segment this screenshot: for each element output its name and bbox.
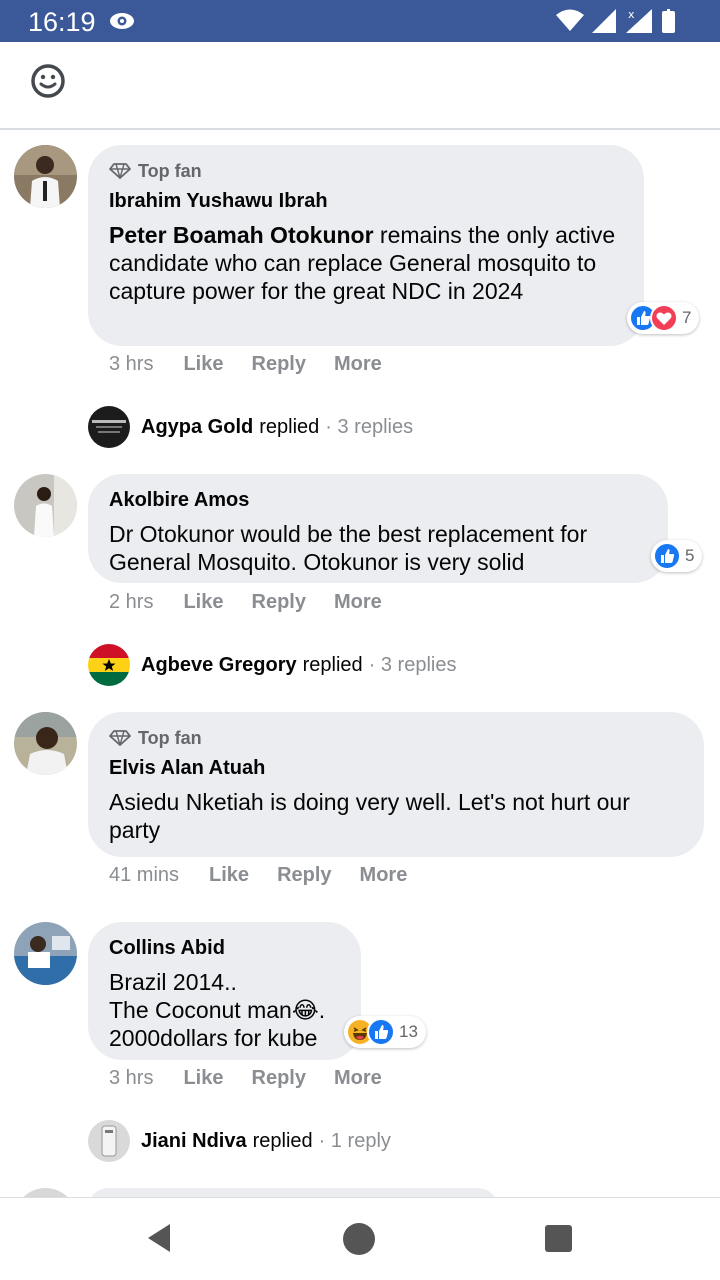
home-icon[interactable] bbox=[343, 1223, 375, 1255]
view-replies-link[interactable]: Agypa Gold replied · 3 replies bbox=[88, 406, 413, 448]
reaction-count: 7 bbox=[682, 308, 692, 327]
avatar[interactable] bbox=[14, 712, 77, 775]
like-button[interactable]: Like bbox=[183, 591, 223, 614]
svg-text:x: x bbox=[628, 8, 635, 21]
comment-actions: 41 mins Like Reply More bbox=[109, 862, 435, 888]
like-button[interactable]: Like bbox=[183, 1067, 223, 1090]
reply-count: · 3 replies bbox=[368, 653, 457, 676]
top-fan-badge: Top fan bbox=[109, 159, 624, 183]
more-button[interactable]: More bbox=[334, 1067, 382, 1090]
comment-text-line: Brazil 2014.. bbox=[109, 969, 237, 995]
reply-button[interactable]: Reply bbox=[252, 591, 306, 614]
comment-text-line: 2000dollars for kube bbox=[109, 1025, 318, 1051]
eye-icon bbox=[110, 13, 134, 29]
reply-verb: replied bbox=[252, 1129, 313, 1152]
reaction-count: 5 bbox=[685, 546, 695, 565]
avatar[interactable] bbox=[14, 145, 77, 208]
reply-verb: replied bbox=[302, 653, 363, 676]
view-replies-link[interactable]: Agbeve Gregory replied · 3 replies bbox=[88, 644, 456, 686]
comment-actions: 3 hrs Like Reply More bbox=[109, 351, 410, 377]
comment-time: 3 hrs bbox=[109, 1066, 154, 1089]
comment-text: Peter Boamah Otokunor remains the only a… bbox=[109, 221, 624, 305]
comment-text: Asiedu Nketiah is doing very well. Let's… bbox=[109, 789, 630, 843]
top-fan-label: Top fan bbox=[138, 727, 202, 748]
avatar bbox=[88, 1120, 130, 1162]
reaction-count: 13 bbox=[399, 1022, 418, 1041]
signal-no-data-icon: x bbox=[626, 8, 652, 33]
recent-apps-icon[interactable] bbox=[545, 1225, 572, 1252]
comment-text-part: The Coconut man bbox=[109, 997, 292, 1023]
like-reaction-icon bbox=[653, 542, 681, 570]
reply-button[interactable]: Reply bbox=[252, 353, 306, 376]
reply-verb: replied bbox=[259, 415, 320, 438]
comment-bubble: Top fan Elvis Alan Atuah Asiedu Nketiah … bbox=[88, 712, 704, 857]
comment-actions: 3 hrs Like Reply More bbox=[109, 1065, 410, 1091]
mentioned-name[interactable]: Peter Boamah Otokunor bbox=[109, 222, 374, 248]
smiley-icon[interactable] bbox=[30, 63, 66, 99]
avatar bbox=[88, 406, 130, 448]
reply-count: · 1 reply bbox=[318, 1129, 391, 1152]
love-reaction-icon bbox=[650, 304, 678, 332]
comment-author[interactable]: Akolbire Amos bbox=[109, 488, 648, 512]
comment-time: 3 hrs bbox=[109, 352, 154, 375]
reaction-summary[interactable]: 5 bbox=[651, 540, 703, 572]
comment-author[interactable]: Collins Abid bbox=[109, 936, 341, 960]
comment-text: Dr Otokunor would be the best replacemen… bbox=[109, 521, 588, 575]
more-button[interactable]: More bbox=[360, 864, 408, 887]
laughing-emoji: 😂 bbox=[291, 997, 319, 1023]
status-icons: x bbox=[556, 8, 675, 33]
comment-time: 2 hrs bbox=[109, 590, 154, 613]
reply-author: Agbeve Gregory bbox=[141, 653, 297, 676]
diamond-icon bbox=[109, 730, 131, 746]
top-bar bbox=[0, 42, 720, 130]
avatar[interactable] bbox=[14, 474, 77, 537]
status-bar: 16:19 x bbox=[0, 0, 720, 42]
reply-button[interactable]: Reply bbox=[277, 864, 331, 887]
comment-time: 41 mins bbox=[109, 863, 180, 886]
status-time: 16:19 bbox=[28, 7, 96, 37]
reply-count: · 3 replies bbox=[325, 415, 414, 438]
comment-text-part: . bbox=[318, 997, 326, 1023]
more-button[interactable]: More bbox=[334, 591, 382, 614]
top-fan-label: Top fan bbox=[138, 160, 202, 181]
comment-author[interactable]: Ibrahim Yushawu Ibrah bbox=[109, 189, 624, 213]
back-icon[interactable] bbox=[146, 1223, 172, 1253]
reply-author: Jiani Ndiva bbox=[141, 1129, 247, 1152]
ghana-flag-avatar bbox=[88, 644, 130, 686]
battery-icon bbox=[662, 9, 675, 33]
like-reaction-icon bbox=[367, 1018, 395, 1046]
comment-text-line: The Coconut man😂. bbox=[109, 996, 341, 1024]
wifi-icon bbox=[556, 9, 584, 31]
top-fan-badge: Top fan bbox=[109, 726, 684, 750]
reaction-summary[interactable]: 13 bbox=[344, 1016, 426, 1048]
comment-bubble: Collins Abid Brazil 2014.. The Coconut m… bbox=[88, 922, 361, 1060]
comment-bubble: Akolbire Amos Dr Otokunor would be the b… bbox=[88, 474, 668, 583]
view-replies-link[interactable]: Jiani Ndiva replied · 1 reply bbox=[88, 1120, 391, 1162]
like-button[interactable]: Like bbox=[209, 864, 249, 887]
comment-text: Brazil 2014.. The Coconut man😂. 2000doll… bbox=[109, 968, 341, 1052]
reaction-summary[interactable]: 7 bbox=[627, 302, 700, 334]
diamond-icon bbox=[109, 163, 131, 179]
avatar[interactable] bbox=[14, 922, 77, 985]
reply-button[interactable]: Reply bbox=[252, 1067, 306, 1090]
system-nav-bar bbox=[0, 1197, 720, 1280]
more-button[interactable]: More bbox=[334, 353, 382, 376]
comment-bubble: Top fan Ibrahim Yushawu Ibrah Peter Boam… bbox=[88, 145, 644, 346]
reply-author: Agypa Gold bbox=[141, 415, 254, 438]
signal-icon bbox=[592, 9, 616, 33]
comment-actions: 2 hrs Like Reply More bbox=[109, 589, 410, 615]
comment-author[interactable]: Elvis Alan Atuah bbox=[109, 756, 684, 780]
like-button[interactable]: Like bbox=[183, 353, 223, 376]
